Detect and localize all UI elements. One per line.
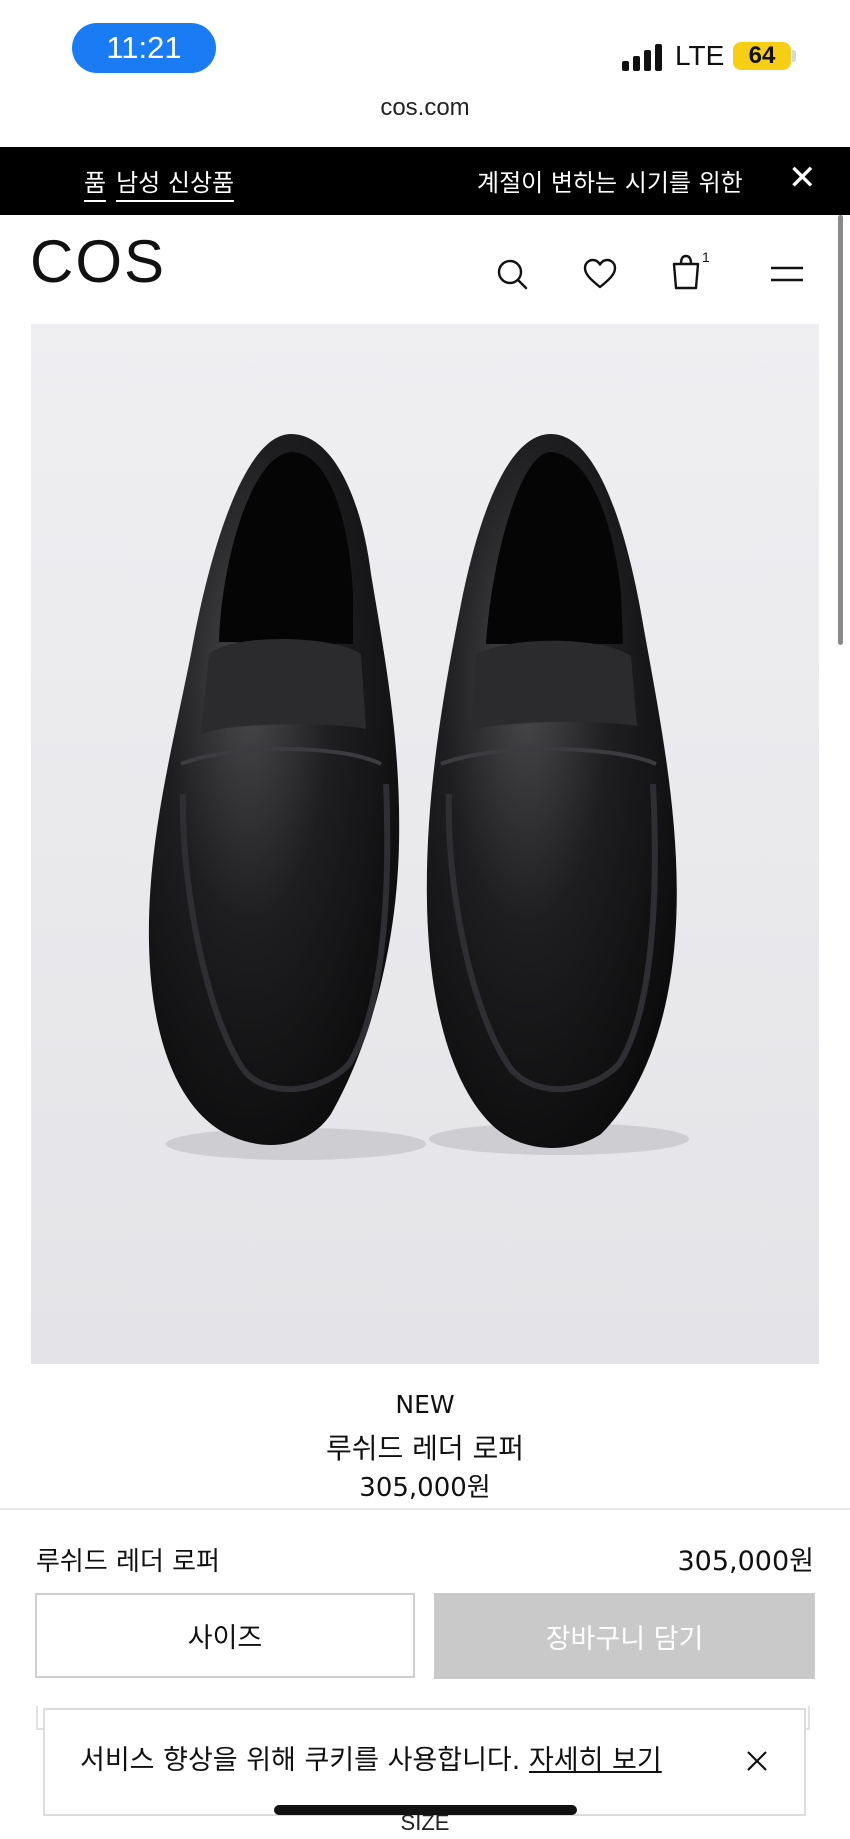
product-name: 루쉬드 레더 로퍼 [325,1432,525,1465]
logo[interactable]: COS [30,232,166,292]
status-time: 11:21 [72,23,216,73]
status-bar: 11:21 LTE 64 [0,0,850,105]
home-indicator[interactable] [274,1805,577,1815]
cookie-more-link[interactable]: 자세히 보기 [529,1745,662,1776]
cookie-message: 서비스 향상을 위해 쿠키를 사용합니다. [80,1745,521,1776]
product-price: 305,000원 [359,1473,491,1503]
battery-icon: 64 [733,42,791,70]
heart-icon[interactable] [582,256,618,292]
add-to-cart-button[interactable]: 장바구니 담기 [434,1593,815,1679]
loafers-image [148,434,689,1160]
promo-link-1[interactable]: 품 [84,163,107,202]
bag-icon[interactable]: 1 [669,250,709,292]
product-image[interactable] [31,324,819,1364]
promo-text[interactable]: 계절이 변하는 시기를 위한 [477,163,743,198]
size-button[interactable]: 사이즈 [35,1593,415,1678]
promo-link-mens-new[interactable]: 남성 신상품 [116,163,235,202]
menu-icon[interactable] [768,256,806,292]
divider [0,1508,850,1510]
signal-icon [622,41,662,71]
battery-cap [792,50,796,62]
promo-banner: 품 남성 신상품 계절이 변하는 시기를 위한 ✕ [0,147,850,215]
cookie-text-wrap: 서비스 향상을 위해 쿠키를 사용합니다. 자세히 보기 [80,1738,662,1777]
url-bar[interactable]: cos.com [0,94,850,122]
promo-links: 품 남성 신상품 [84,163,235,202]
search-icon[interactable] [494,256,530,292]
sticky-product-price: 305,000원 [677,1546,815,1577]
network-label: LTE [675,40,725,71]
cart-count: 1 [702,250,709,265]
new-badge: NEW [395,1390,455,1419]
close-icon[interactable]: ✕ [788,161,817,195]
cookie-banner: 서비스 향상을 위해 쿠키를 사용합니다. 자세히 보기 [43,1708,806,1816]
sticky-product-name: 루쉬드 레더 로퍼 [36,1547,220,1577]
close-icon[interactable] [742,1746,772,1776]
